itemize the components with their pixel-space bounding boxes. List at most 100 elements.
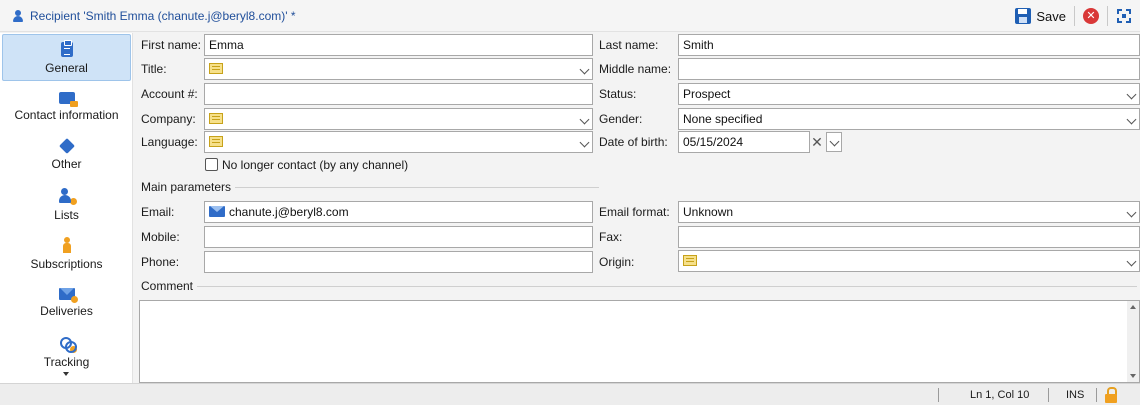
list-icon	[209, 63, 223, 75]
email-label: Email:	[141, 205, 175, 219]
section-title: Main parameters	[141, 180, 232, 194]
chevron-down-icon	[1126, 256, 1137, 267]
date-of-birth-field[interactable]: 05/15/2024	[678, 131, 810, 153]
floppy-disk-icon	[1015, 8, 1032, 24]
insert-mode: INS	[1066, 389, 1085, 401]
sidebar-item-label: Tracking	[43, 355, 90, 369]
save-button-label: Save	[1036, 8, 1066, 24]
recipient-form: First name: Emma Last name: Smith Title:…	[134, 33, 1140, 383]
title-label: Title:	[141, 62, 167, 76]
mobile-field[interactable]	[204, 226, 593, 248]
middle-name-field[interactable]	[678, 58, 1140, 80]
phone-field[interactable]	[204, 251, 593, 273]
toolbar: Save ✕	[1015, 5, 1132, 27]
toolbar-separator	[1107, 6, 1108, 26]
account-label: Account #:	[141, 87, 198, 101]
save-button[interactable]: Save	[1015, 8, 1066, 24]
sidebar-item-tracking[interactable]: Tracking	[2, 328, 131, 375]
no-longer-contact-checkbox[interactable]	[205, 158, 218, 171]
scroll-up-icon[interactable]	[1130, 305, 1136, 309]
language-select[interactable]	[204, 131, 593, 153]
sidebar-item-label: Other	[51, 157, 82, 171]
comment-section: Comment	[141, 279, 1138, 293]
sidebar-item-deliveries[interactable]: Deliveries	[2, 279, 131, 326]
window-title-text: Recipient 'Smith Emma (chanute.j@beryl8.…	[30, 9, 296, 23]
status-label: Status:	[599, 87, 637, 101]
company-label: Company:	[141, 112, 196, 126]
sidebar-scroll-down-icon[interactable]	[63, 372, 69, 376]
list-icon	[209, 136, 223, 148]
language-label: Language:	[141, 135, 198, 149]
status-divider	[1096, 388, 1097, 402]
email-format-select[interactable]: Unknown	[678, 201, 1140, 223]
phone-label: Phone:	[141, 255, 180, 269]
sidebar-item-label: Lists	[54, 208, 79, 222]
date-picker-dropdown[interactable]	[826, 132, 842, 152]
sidebar-item-label: General	[45, 61, 88, 75]
email-format-value: Unknown	[683, 205, 734, 219]
origin-select[interactable]	[678, 250, 1140, 272]
title-select[interactable]	[204, 58, 593, 80]
origin-label: Origin:	[599, 255, 635, 269]
sidebar-item-label: Contact information	[14, 108, 119, 122]
fax-field[interactable]	[678, 226, 1140, 248]
lock-icon	[1104, 387, 1118, 403]
window-title: Recipient 'Smith Emma (chanute.j@beryl8.…	[12, 9, 296, 23]
status-value: Prospect	[683, 87, 731, 101]
mail-icon	[58, 288, 78, 303]
list-icon	[209, 113, 223, 125]
no-longer-contact-label: No longer contact (by any channel)	[222, 158, 409, 172]
gender-label: Gender:	[599, 112, 643, 126]
chevron-down-icon	[579, 137, 590, 148]
last-name-field[interactable]: Smith	[678, 34, 1140, 56]
chevron-down-icon	[579, 114, 590, 125]
sidebar: General Contact information Other Lists …	[0, 33, 133, 383]
person-icon	[59, 237, 75, 253]
chevron-down-icon	[1126, 207, 1137, 218]
account-field[interactable]	[204, 83, 593, 105]
main-parameters-section: Main parameters	[141, 180, 600, 194]
status-divider	[1048, 388, 1049, 402]
email-icon	[209, 205, 225, 217]
first-name-field[interactable]: Emma	[204, 34, 593, 56]
status-bar: Ln 1, Col 10 INS	[0, 383, 1140, 405]
gender-value: None specified	[683, 112, 763, 126]
clipboard-icon	[60, 40, 73, 57]
section-divider	[235, 186, 600, 188]
sidebar-item-label: Subscriptions	[30, 257, 103, 271]
scroll-down-icon[interactable]	[1130, 374, 1136, 378]
cursor-position: Ln 1, Col 10	[970, 389, 1030, 401]
chevron-down-icon	[1126, 89, 1137, 100]
link-icon	[59, 335, 77, 353]
fax-label: Fax:	[599, 230, 623, 244]
sidebar-item-contact-information[interactable]: Contact information	[2, 83, 131, 130]
mobile-label: Mobile:	[141, 230, 180, 244]
recipient-icon	[12, 9, 24, 23]
clear-date-icon[interactable]: ✕	[810, 135, 824, 149]
first-name-label: First name:	[141, 38, 202, 52]
chevron-down-icon	[1126, 114, 1137, 125]
sidebar-item-general[interactable]: General	[2, 34, 131, 81]
gender-select[interactable]: None specified	[678, 108, 1140, 130]
company-select[interactable]	[204, 108, 593, 130]
sidebar-item-subscriptions[interactable]: Subscriptions	[2, 230, 131, 277]
chevron-down-icon	[579, 64, 590, 75]
status-divider	[938, 388, 939, 402]
cancel-icon[interactable]: ✕	[1083, 8, 1099, 24]
fullscreen-icon[interactable]	[1116, 8, 1132, 24]
users-icon	[58, 188, 77, 205]
comment-scrollbar[interactable]	[1127, 301, 1139, 382]
date-of-birth-label: Date of birth:	[599, 135, 668, 149]
toolbar-separator	[1074, 6, 1075, 26]
title-bar: Recipient 'Smith Emma (chanute.j@beryl8.…	[0, 0, 1140, 32]
comment-label: Comment	[141, 279, 194, 293]
email-value: chanute.j@beryl8.com	[229, 205, 349, 219]
middle-name-label: Middle name:	[599, 62, 672, 76]
status-select[interactable]: Prospect	[678, 83, 1140, 105]
cube-icon	[58, 138, 75, 154]
sidebar-item-other[interactable]: Other	[2, 132, 131, 179]
email-field[interactable]: chanute.j@beryl8.com	[204, 201, 593, 223]
comment-textarea[interactable]	[139, 300, 1140, 383]
email-format-label: Email format:	[599, 205, 670, 219]
sidebar-item-lists[interactable]: Lists	[2, 181, 131, 228]
